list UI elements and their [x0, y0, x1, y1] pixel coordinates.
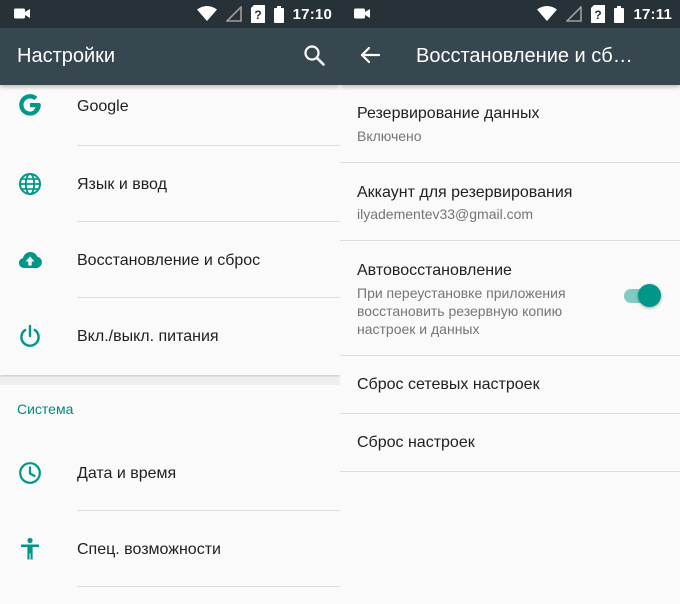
auto-restore-toggle[interactable] [624, 282, 662, 308]
settings-item-date-time[interactable]: Дата и время [0, 435, 340, 511]
status-bar: ? 17:10 [0, 0, 340, 28]
pref-summary: Включено [357, 128, 422, 144]
arrow-back-icon[interactable] [359, 44, 381, 66]
cloud-upload-icon [18, 251, 42, 268]
accessibility-icon [21, 537, 39, 560]
pref-backup-data[interactable]: Резервирование данных Включено [340, 85, 680, 163]
settings-item-label: Язык и ввод [77, 176, 167, 193]
settings-item-label: Восстановление и сброс [77, 252, 261, 269]
section-gap [0, 377, 340, 385]
sim-unknown-icon: ? [250, 5, 265, 23]
battery-icon [273, 5, 284, 23]
settings-item-label: Вкл./выкл. питания [77, 328, 219, 345]
pref-title: Автовосстановление [357, 262, 512, 279]
pref-summary-line: При переустановке приложения [357, 285, 566, 301]
settings-item-power[interactable]: Вкл./выкл. питания [0, 298, 340, 374]
pref-factory-reset[interactable]: Сброс настроек [340, 414, 680, 472]
pref-title: Сброс сетевых настроек [357, 376, 540, 393]
video-camera-icon [14, 8, 30, 19]
settings-item-backup-reset[interactable]: Восстановление и сброс [0, 222, 340, 298]
sim-unknown-icon: ? [591, 5, 606, 23]
app-toolbar: Восстановление и сб… [340, 28, 680, 85]
backup-reset-screen: ? 17:11 Восстановление и сб… Резервирова… [340, 0, 680, 604]
wifi-icon [196, 6, 217, 21]
settings-item-label: Спец. возможности [77, 541, 221, 558]
settings-item-language[interactable]: Язык и ввод [0, 146, 340, 222]
clock-icon [19, 462, 41, 484]
settings-list-personal: Google Язык и ввод Восстановление и сбро… [0, 85, 340, 375]
page-title: Восстановление и сб… [416, 45, 633, 67]
divider [77, 586, 340, 587]
settings-item-accessibility[interactable]: Спец. возможности [0, 511, 340, 587]
wifi-icon [537, 6, 558, 21]
status-time: 17:10 [292, 5, 332, 23]
settings-item-google[interactable]: Google [0, 85, 340, 146]
power-icon [20, 324, 40, 347]
settings-screen: ? 17:10 Настройки Google Язык и ввод Вос… [0, 0, 340, 604]
signal-empty-icon [225, 6, 242, 22]
video-camera-icon [354, 8, 370, 19]
pref-summary-line: настроек и данных [357, 321, 480, 337]
pref-summary: ilyadementev33@gmail.com [357, 206, 534, 222]
search-icon[interactable] [303, 44, 325, 66]
pref-backup-account[interactable]: Аккаунт для резервирования ilyadementev3… [340, 163, 680, 241]
globe-icon [19, 173, 41, 195]
pref-title: Аккаунт для резервирования [357, 184, 573, 201]
app-toolbar: Настройки [0, 28, 340, 85]
pref-title: Сброс настроек [357, 434, 475, 451]
status-time: 17:11 [633, 5, 672, 23]
pref-summary-line: восстановить резервную копию [357, 303, 563, 319]
status-bar: ? 17:11 [340, 0, 680, 28]
svg-text:?: ? [595, 8, 602, 22]
toggle-thumb [638, 284, 661, 307]
settings-item-label: Google [77, 98, 129, 115]
section-title-system: Система [17, 401, 74, 417]
svg-text:?: ? [254, 8, 261, 22]
pref-title: Резервирование данных [357, 105, 540, 122]
settings-list-system: Дата и время Спец. возможности [0, 385, 340, 604]
signal-empty-icon [566, 6, 583, 22]
page-title: Настройки [17, 45, 116, 67]
settings-item-label: Дата и время [77, 465, 177, 482]
google-icon [19, 94, 41, 116]
pref-network-reset[interactable]: Сброс сетевых настроек [340, 356, 680, 414]
battery-icon [614, 5, 625, 23]
